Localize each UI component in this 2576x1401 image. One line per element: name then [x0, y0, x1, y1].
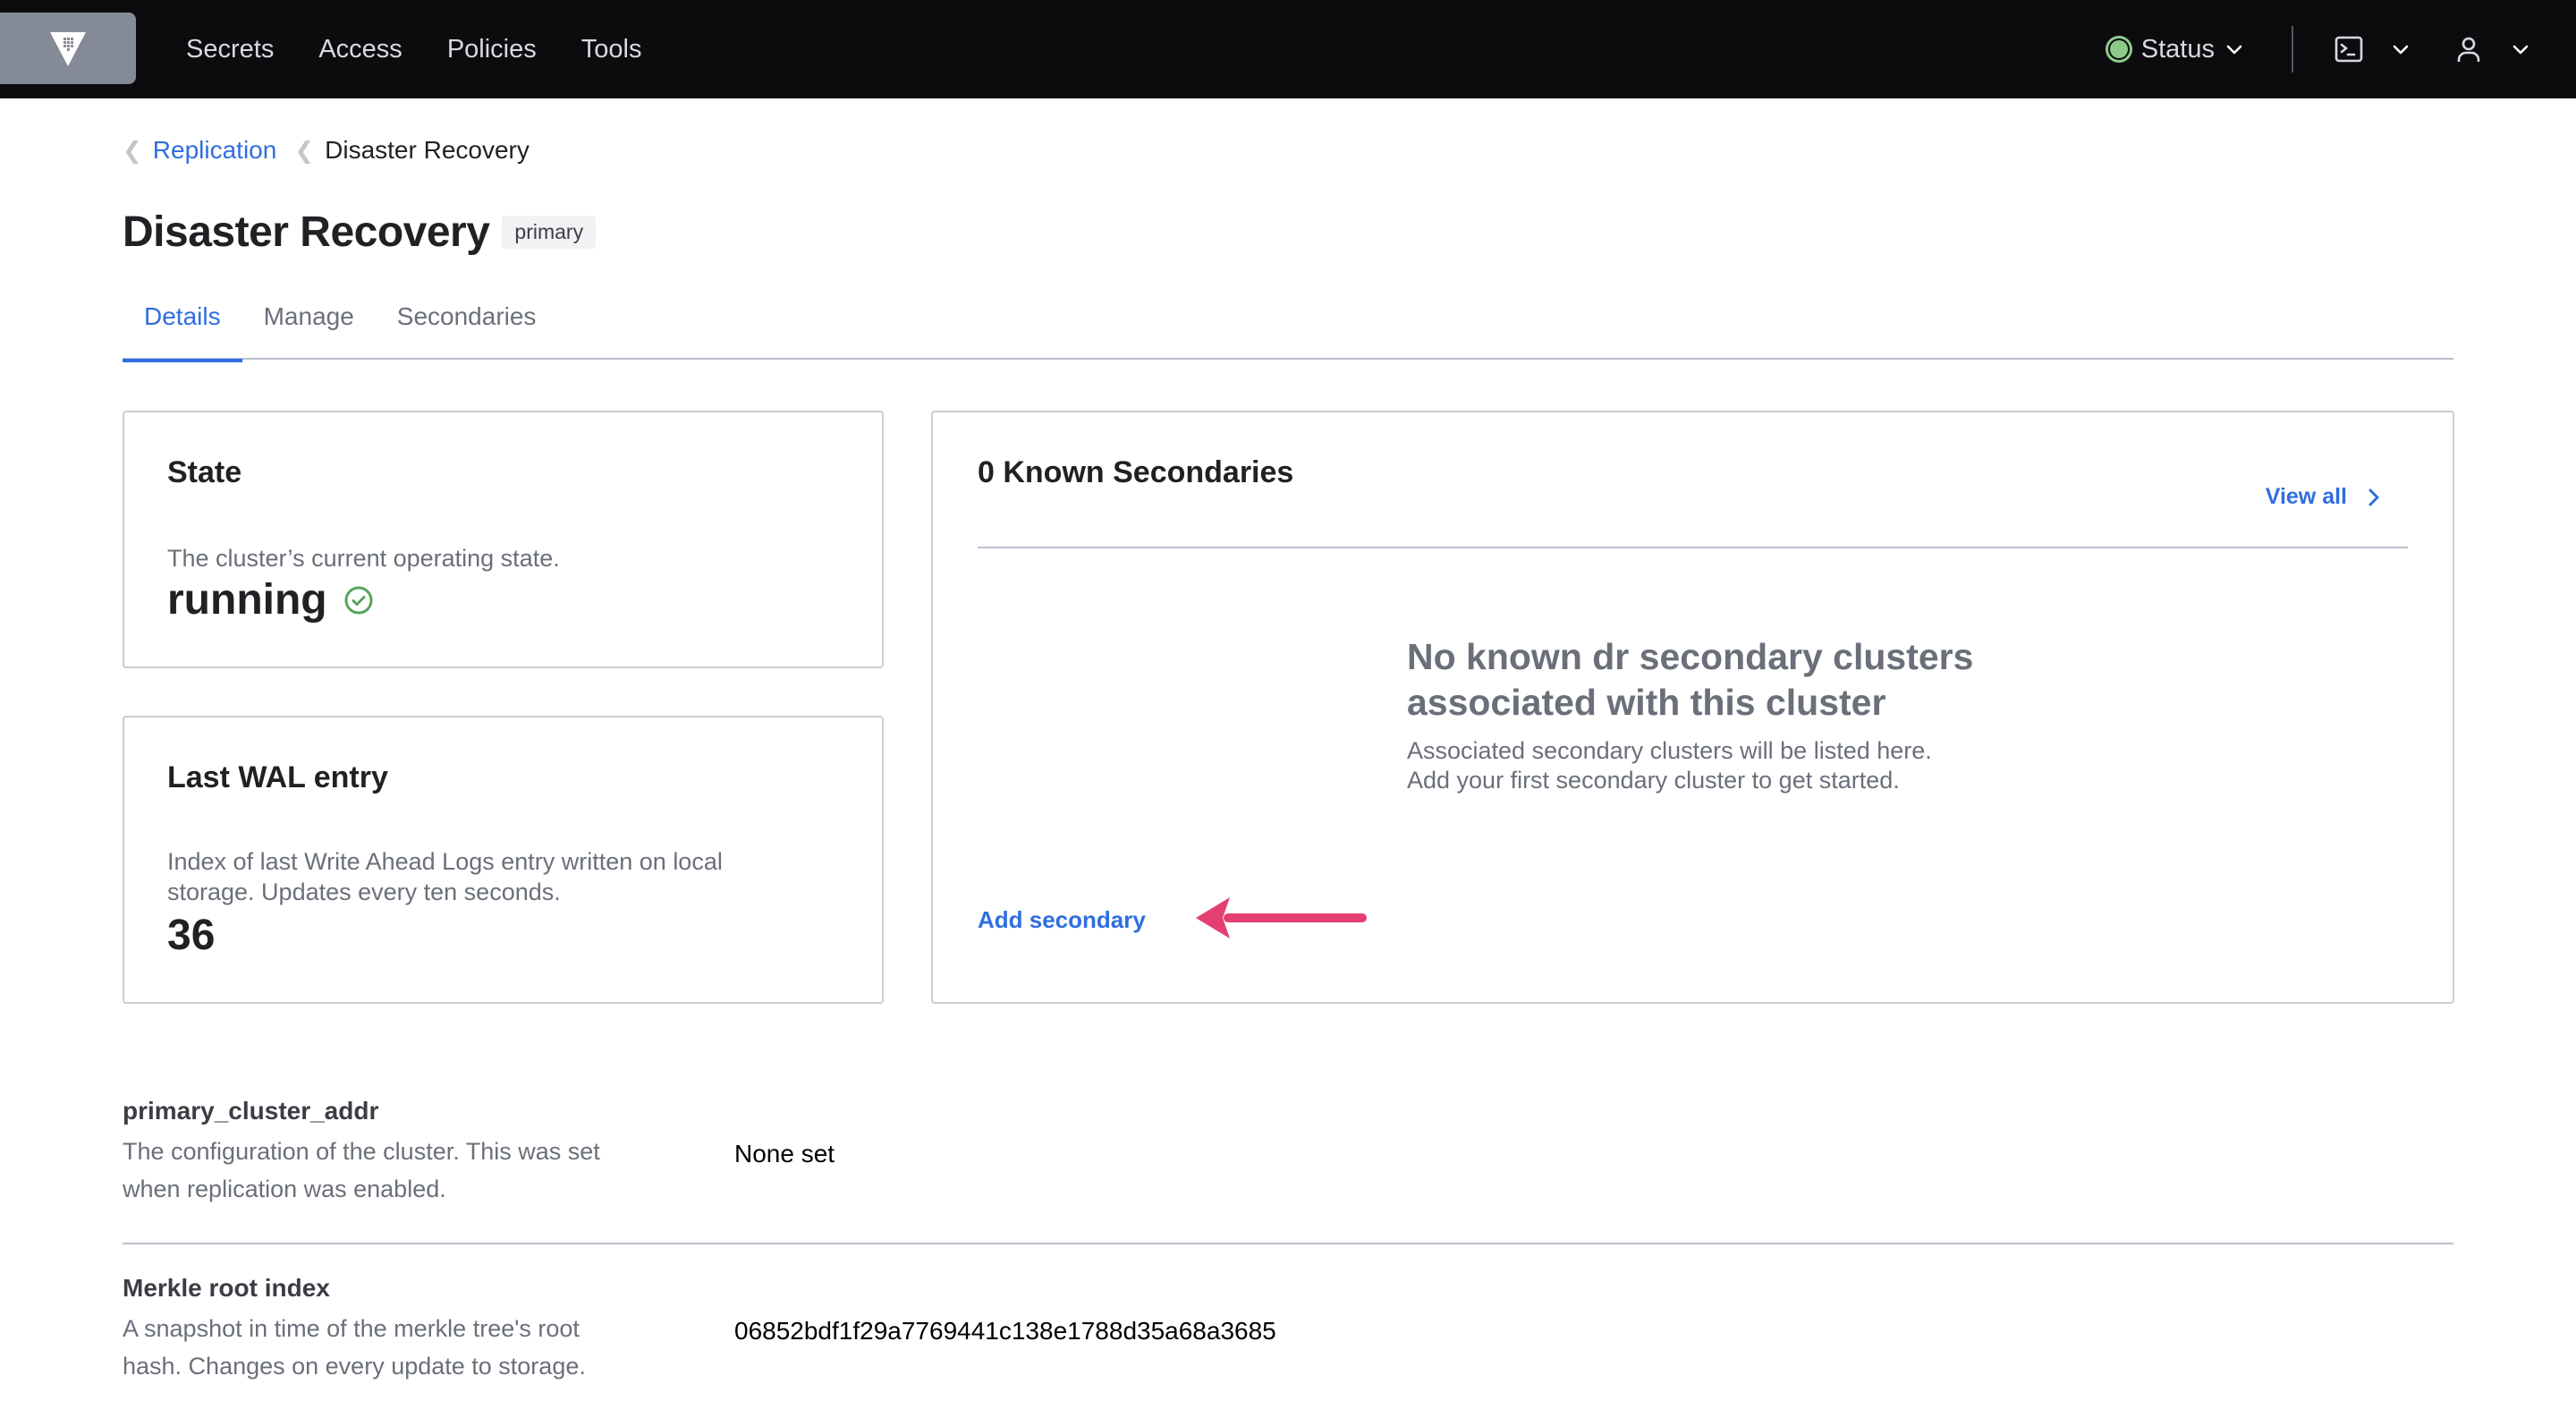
detail-help-line-1: The configuration of the cluster. This w…	[123, 1138, 600, 1165]
status-label: Status	[2140, 34, 2215, 64]
wal-description-line-2: storage. Updates every ten seconds.	[167, 879, 561, 905]
detail-row: primary_cluster_addr The configuration o…	[123, 1097, 2453, 1208]
terminal-icon	[2334, 36, 2363, 63]
detail-label: primary_cluster_addr	[123, 1097, 379, 1125]
empty-title-line-1: No known dr secondary clusters	[1407, 636, 1974, 677]
detail-help: A snapshot in time of the merkle tree's …	[123, 1310, 677, 1385]
chevron-down-icon	[2512, 45, 2529, 55]
nav-right: Status	[2105, 0, 2531, 98]
nav-policies[interactable]: Policies	[447, 35, 537, 64]
detail-label: Merkle root index	[123, 1274, 330, 1302]
vault-logo-icon	[50, 32, 86, 66]
secondaries-divider	[978, 547, 2408, 548]
empty-body-line-2: Add your first secondary cluster to get …	[1407, 767, 1900, 794]
state-card: State The cluster’s current operating st…	[123, 411, 884, 668]
row-divider	[123, 1243, 2453, 1244]
chevron-left-icon: ❮	[294, 136, 315, 164]
status-menu-button[interactable]: Status	[2105, 34, 2245, 64]
state-value-text: running	[167, 576, 327, 624]
add-secondary-link[interactable]: Add secondary	[978, 906, 1146, 934]
wal-card-title: Last WAL entry	[167, 760, 388, 794]
detail-row: Merkle root index A snapshot in time of …	[123, 1274, 2453, 1385]
wal-card-description: Index of last Write Ahead Logs entry wri…	[167, 846, 723, 907]
tab-manage[interactable]: Manage	[242, 295, 376, 360]
empty-state: No known dr secondary clusters associate…	[1407, 634, 2087, 795]
empty-body-line-1: Associated secondary clusters will be li…	[1407, 737, 1932, 764]
user-menu-button[interactable]	[2454, 35, 2531, 64]
wal-value: 36	[167, 912, 216, 959]
detail-help-line-1: A snapshot in time of the merkle tree's …	[123, 1315, 580, 1342]
top-nav: Secrets Access Policies Tools Status	[0, 0, 2576, 98]
chevron-down-icon	[2393, 45, 2409, 55]
user-icon	[2457, 37, 2480, 62]
tab-bar: Details Manage Secondaries	[123, 295, 2453, 362]
console-menu-button[interactable]	[2334, 35, 2411, 64]
main-nav: Secrets Access Policies Tools	[186, 0, 641, 98]
chevron-right-icon	[2368, 488, 2379, 505]
nav-access[interactable]: Access	[318, 35, 402, 64]
empty-title-line-2: associated with this cluster	[1407, 682, 1886, 723]
detail-help-line-2: hash. Changes on every update to storage…	[123, 1353, 586, 1380]
check-circle-icon	[344, 586, 373, 614]
chevron-down-icon	[2226, 45, 2242, 55]
status-indicator-icon	[2105, 36, 2132, 63]
wal-card: Last WAL entry Index of last Write Ahead…	[123, 716, 884, 1004]
nav-divider	[2292, 26, 2293, 72]
empty-state-title: No known dr secondary clusters associate…	[1407, 634, 2087, 726]
view-all-label: View all	[2265, 484, 2347, 509]
breadcrumb: ❮ Replication ❮ Disaster Recovery	[123, 136, 530, 165]
view-all-link[interactable]: View all	[2266, 484, 2381, 510]
nav-tools[interactable]: Tools	[581, 35, 642, 64]
vault-logo-link[interactable]	[0, 13, 136, 84]
empty-state-body: Associated secondary clusters will be li…	[1407, 736, 2087, 795]
chevron-left-icon: ❮	[123, 136, 142, 164]
known-secondaries-card: 0 Known Secondaries View all No known dr…	[931, 411, 2454, 1004]
state-value: running	[167, 575, 374, 624]
wal-description-line-1: Index of last Write Ahead Logs entry wri…	[167, 848, 723, 875]
nav-secrets[interactable]: Secrets	[186, 35, 274, 64]
state-card-title: State	[167, 455, 242, 489]
breadcrumb-current: Disaster Recovery	[325, 136, 530, 164]
page-title: Disaster Recovery	[123, 208, 490, 256]
detail-value: None set	[734, 1140, 835, 1168]
detail-help-line-2: when replication was enabled.	[123, 1176, 446, 1202]
page-header: Disaster Recovery primary	[123, 208, 597, 257]
tab-details[interactable]: Details	[123, 295, 242, 362]
detail-value: 06852bdf1f29a7769441c138e1788d35a68a3685	[734, 1317, 1276, 1345]
state-card-description: The cluster’s current operating state.	[167, 545, 560, 572]
tab-secondaries[interactable]: Secondaries	[376, 295, 558, 360]
secondaries-card-title: 0 Known Secondaries	[978, 455, 1294, 489]
detail-help: The configuration of the cluster. This w…	[123, 1133, 677, 1208]
cluster-mode-badge: primary	[502, 216, 597, 249]
breadcrumb-replication[interactable]: Replication	[153, 136, 277, 165]
annotation-arrow-icon	[1196, 897, 1367, 938]
